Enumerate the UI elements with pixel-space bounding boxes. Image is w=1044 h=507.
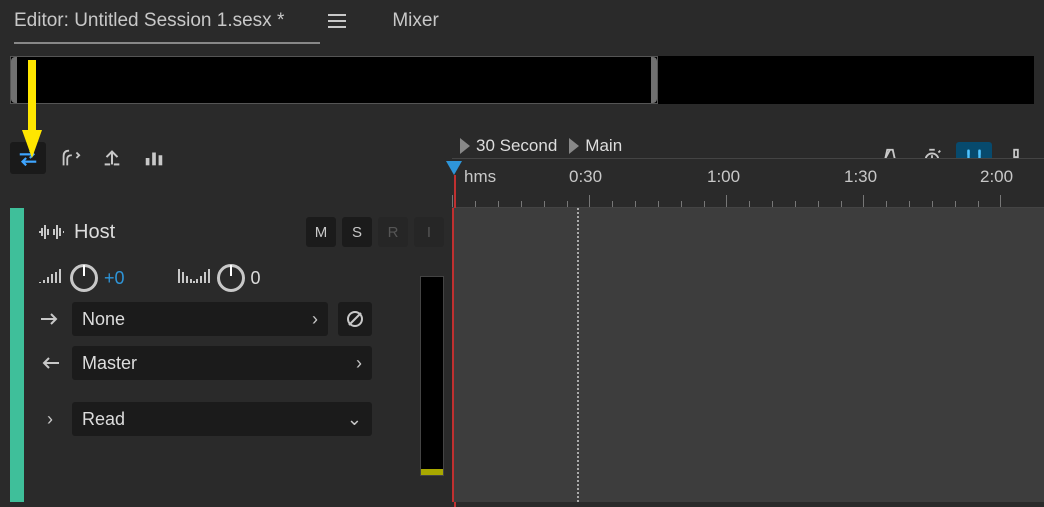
chevron-down-icon: ⌄ (347, 409, 362, 430)
ruler-unit-label: hms (464, 167, 496, 187)
ruler-label: 1:30 (844, 167, 877, 187)
track-header: Host M S R I +0 0 (24, 208, 452, 502)
automation-mode-label: Read (82, 409, 125, 430)
panel-menu-icon[interactable] (328, 14, 346, 28)
marker-main[interactable]: Main (569, 136, 630, 156)
panel-tab-bar: Editor: Untitled Session 1.sesx * Mixer (0, 0, 1044, 42)
pan-value[interactable]: 0 (251, 268, 261, 289)
toggle-eq-button[interactable] (136, 142, 172, 174)
waveform-icon (38, 222, 64, 242)
marker-30-second[interactable]: 30 Second (460, 136, 565, 156)
track-name[interactable]: Host (74, 221, 115, 244)
automation-expand-icon[interactable]: › (38, 409, 62, 430)
volume-value[interactable]: +0 (104, 268, 125, 289)
toggle-inputs-outputs-button[interactable] (10, 142, 46, 174)
solo-button[interactable]: S (342, 217, 372, 247)
meter-level-indicator (421, 469, 443, 475)
toggle-effects-button[interactable] (52, 142, 88, 174)
ruler-label: 2:00 (980, 167, 1013, 187)
track-state-buttons: M S R I (306, 217, 444, 247)
input-label: None (82, 309, 125, 330)
input-monitor-button[interactable]: I (414, 217, 444, 247)
ruler-label: 1:00 (707, 167, 740, 187)
toggle-sends-button[interactable] (94, 142, 130, 174)
input-channel-config-button[interactable] (338, 302, 372, 336)
output-arrow-icon (38, 356, 62, 370)
track-color-strip[interactable] (10, 208, 24, 502)
output-label: Master (82, 353, 137, 374)
marker-strip[interactable]: 30 Second Main (452, 134, 1044, 158)
time-ruler[interactable]: hms 0:30 1:00 1:30 2:00 (452, 158, 1044, 208)
ruler-label: 0:30 (569, 167, 602, 187)
overview-handle-left[interactable] (11, 57, 17, 103)
chevron-right-icon: › (356, 353, 362, 374)
track-lane[interactable] (452, 208, 1044, 502)
overview-navigator[interactable] (10, 56, 1034, 104)
track-area: Host M S R I +0 0 (10, 208, 1044, 502)
automation-mode-select[interactable]: Read ⌄ (72, 402, 372, 436)
output-select[interactable]: Master › (72, 346, 372, 380)
marker-position-line (577, 208, 579, 502)
volume-knob[interactable] (70, 264, 98, 292)
overview-visible-range[interactable] (10, 56, 658, 104)
playhead-handle-icon[interactable] (446, 161, 462, 175)
record-arm-button[interactable]: R (378, 217, 408, 247)
overview-handle-right[interactable] (651, 57, 657, 103)
input-select[interactable]: None › (72, 302, 328, 336)
chevron-right-icon: › (312, 309, 318, 330)
pan-control[interactable]: 0 (177, 264, 261, 292)
track-level-meter (420, 276, 444, 476)
pan-knob[interactable] (217, 264, 245, 292)
volume-ramp-icon (38, 267, 64, 290)
tab-editor[interactable]: Editor: Untitled Session 1.sesx * (14, 4, 284, 38)
input-arrow-icon (38, 312, 62, 326)
overview-remainder (658, 56, 1034, 104)
mute-button[interactable]: M (306, 217, 336, 247)
tab-mixer[interactable]: Mixer (392, 4, 438, 38)
pan-ramp-icon (177, 267, 211, 290)
volume-control[interactable]: +0 (38, 264, 125, 292)
playhead-line-lane (452, 208, 454, 502)
